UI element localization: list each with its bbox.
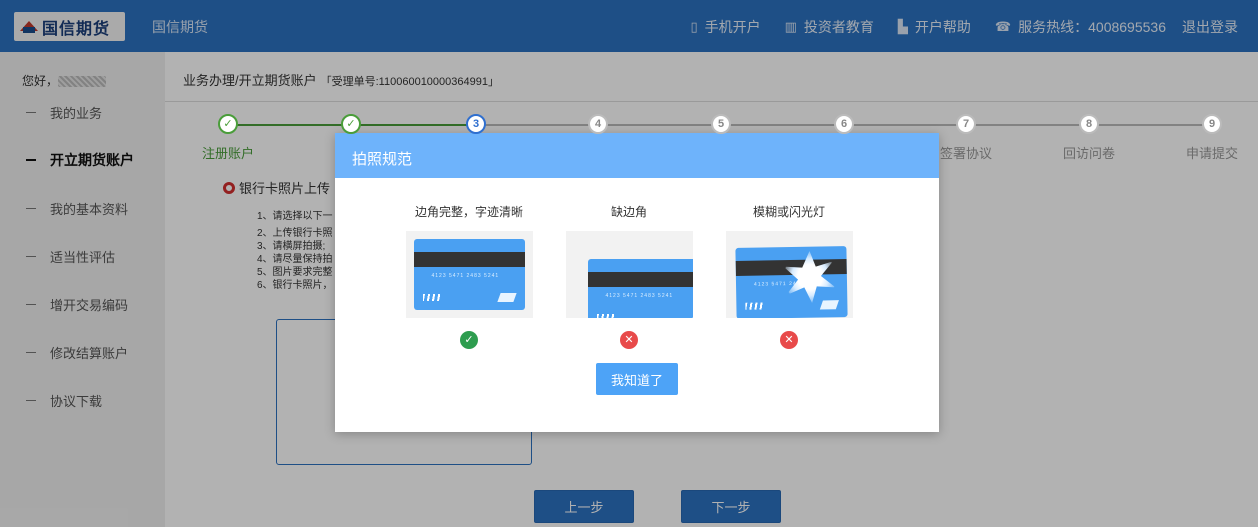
sample-label: 模糊或闪光灯: [752, 205, 825, 219]
bank-card-illustration: 4123 5471 2483 5241: [734, 246, 848, 318]
acknowledge-button[interactable]: 我知道了: [596, 363, 678, 395]
step-number: 5: [711, 114, 731, 134]
sample-image: 4123 5471 2483 5241: [405, 231, 533, 318]
sample-image: 4123 5471 2483 5241: [565, 231, 693, 318]
step-number: 9: [1202, 114, 1222, 134]
step-number: 6: [834, 114, 854, 134]
sample-label: 边角完整，字迹清晰: [414, 205, 523, 219]
step-number: 8: [1079, 114, 1099, 134]
card-logo-icon: [744, 302, 763, 310]
step-number: 3: [466, 114, 486, 134]
magnetic-stripe: [587, 272, 693, 287]
card-chip-icon: [496, 293, 517, 302]
check-icon: ✓: [341, 114, 361, 134]
sample-blurry-flash: 模糊或闪光灯 4123 5471 2483 5241 ✕: [709, 203, 869, 349]
card-chip-icon: [819, 300, 839, 310]
dialog-title: 拍照规范: [335, 133, 939, 178]
card-chip-icon: [689, 315, 693, 318]
card-number: 4123 5471 2483 5241: [605, 293, 674, 299]
sample-missing-corner: 缺边角 4123 5471 2483 5241 ✕: [549, 203, 709, 349]
sample-complete: 边角完整，字迹清晰 4123 5471 2483 5241 ✓: [389, 203, 549, 349]
sample-image: 4123 5471 2483 5241: [725, 231, 853, 318]
bank-card-illustration: 4123 5471 2483 5241: [587, 259, 693, 318]
magnetic-stripe: [413, 252, 525, 267]
close-icon: ✕: [780, 331, 798, 349]
step-number: 7: [956, 114, 976, 134]
sample-label: 缺边角: [610, 205, 647, 219]
check-icon: ✓: [460, 331, 478, 349]
card-logo-icon: [596, 314, 615, 318]
bank-card-illustration: 4123 5471 2483 5241: [413, 239, 525, 310]
close-icon: ✕: [620, 331, 638, 349]
card-number: 4123 5471 2483 5241: [431, 273, 500, 279]
card-logo-icon: [422, 294, 441, 301]
check-icon: ✓: [218, 114, 238, 134]
step-number: 4: [588, 114, 608, 134]
photo-guidelines-dialog: 拍照规范 边角完整，字迹清晰 4123 5471 2483 5241 ✓ 缺边角: [335, 133, 939, 432]
